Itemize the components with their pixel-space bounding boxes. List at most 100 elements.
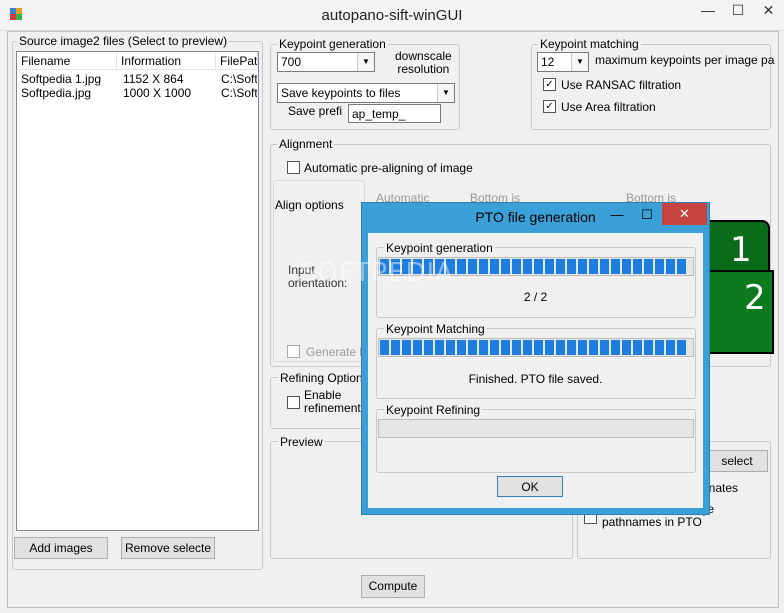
progress-segment (523, 340, 532, 355)
progress-segment (479, 340, 488, 355)
progress-segment (600, 259, 609, 274)
kr-progress-legend: Keypoint Refining (384, 403, 483, 417)
chevron-down-icon[interactable]: ▼ (571, 53, 588, 71)
cell-filepath: C:\Soft (221, 72, 257, 86)
progress-segment (666, 259, 675, 274)
auto-prealign-checkbox[interactable] (287, 161, 300, 174)
progress-segment (578, 259, 587, 274)
coordinates-label: inates (706, 481, 739, 495)
progress-segment (380, 340, 389, 355)
window-title: autopano-sift-winGUI (321, 7, 463, 24)
save-prefix-label: Save prefi (288, 104, 343, 118)
dialog-close-icon[interactable]: ✕ (662, 203, 707, 225)
cell-filename: Softpedia 1.jpg (21, 72, 102, 86)
save-prefix-input[interactable]: ap_temp_ (348, 104, 441, 123)
progress-segment (468, 259, 477, 274)
progress-segment (622, 259, 631, 274)
km-status-text: Finished. PTO file saved. (468, 372, 603, 386)
kr-progress-bar (378, 419, 694, 438)
progress-segment (589, 259, 598, 274)
progress-segment (578, 340, 587, 355)
add-images-button[interactable]: Add images (14, 537, 108, 559)
progress-segment (391, 340, 400, 355)
progress-segment (534, 259, 543, 274)
save-keypoints-value: Save keypoints to files (281, 86, 401, 100)
max-keypoints-select[interactable]: 12 ▼ (537, 52, 589, 72)
progress-segment (567, 259, 576, 274)
progress-segment (633, 340, 642, 355)
progress-segment (479, 259, 488, 274)
preview-image-1: 1 (706, 220, 770, 276)
cell-information: 1152 X 864 (123, 72, 184, 86)
progress-segment (556, 340, 565, 355)
area-filtration-label: Use Area filtration (561, 100, 656, 114)
progress-segment (556, 259, 565, 274)
ransac-checkbox[interactable]: ✓ (543, 78, 556, 91)
chevron-down-icon[interactable]: ▼ (357, 53, 374, 71)
auto-prealign-label: Automatic pre-aligning of image (304, 161, 473, 175)
enable-refinement-checkbox[interactable] (287, 396, 300, 409)
progress-segment (457, 340, 466, 355)
cell-filename: Softpedia.jpg (21, 86, 92, 100)
progress-segment (490, 259, 499, 274)
minimize-icon[interactable]: — (693, 0, 723, 22)
softpedia-watermark: SOFTPEDIA (300, 258, 454, 288)
progress-segment (677, 259, 686, 274)
progress-segment (545, 259, 554, 274)
cell-information: 1000 X 1000 (123, 86, 192, 100)
refining-options-legend: Refining Options (278, 371, 371, 385)
area-filtration-checkbox[interactable]: ✓ (543, 100, 556, 113)
progress-segment (435, 340, 444, 355)
progress-segment (666, 340, 675, 355)
title-bar: autopano-sift-winGUI — ☐ ✕ (0, 0, 784, 31)
chevron-down-icon[interactable]: ▼ (437, 84, 454, 102)
preview-legend: Preview (278, 435, 325, 449)
alignment-legend: Alignment (277, 137, 335, 151)
column-header-filepath[interactable]: FilePath (216, 52, 258, 70)
compute-button[interactable]: Compute (361, 575, 425, 598)
progress-segment (512, 259, 521, 274)
column-header-filename[interactable]: Filename (17, 52, 117, 70)
ransac-label: Use RANSAC filtration (561, 78, 682, 92)
preview-image-2: 2 (706, 270, 774, 354)
progress-segment (567, 340, 576, 355)
km-progress-bar (378, 338, 694, 357)
dialog-minimize-icon[interactable]: — (602, 207, 632, 222)
progress-segment (655, 340, 664, 355)
generate-label: Generate h (306, 345, 367, 359)
align-options-label: Align options (275, 198, 344, 212)
kg-progress-legend: Keypoint generation (384, 241, 495, 255)
progress-segment (490, 340, 499, 355)
progress-segment (644, 259, 653, 274)
remove-selected-button[interactable]: Remove selecte (121, 537, 215, 559)
cell-filepath: C:\Soft (221, 86, 257, 100)
progress-segment (457, 259, 466, 274)
source-image-list[interactable]: Filename Information FilePath Softpedia … (16, 51, 259, 531)
column-header-information[interactable]: Information (117, 52, 216, 70)
generate-checkbox[interactable] (287, 345, 300, 358)
save-keypoints-select[interactable]: Save keypoints to files ▼ (277, 83, 455, 103)
keypoint-generation-legend: Keypoint generation (277, 37, 388, 51)
max-keypoints-value: 12 (541, 55, 555, 69)
pto-generation-dialog: PTO file generation — ☐ ✕ Keypoint gener… (361, 202, 710, 515)
dialog-maximize-icon[interactable]: ☐ (632, 207, 662, 223)
progress-segment (446, 340, 455, 355)
resolution-select[interactable]: 700 ▼ (277, 52, 375, 72)
select-button[interactable]: select (706, 450, 768, 472)
progress-segment (644, 340, 653, 355)
keypoint-matching-legend: Keypoint matching (538, 37, 641, 51)
close-icon[interactable]: ✕ (753, 0, 784, 22)
progress-segment (402, 340, 411, 355)
km-progress-legend: Keypoint Matching (384, 322, 487, 336)
resolution-value: 700 (281, 55, 302, 69)
maximize-icon[interactable]: ☐ (723, 0, 753, 22)
kg-status-text: 2 / 2 (523, 290, 548, 304)
ok-button[interactable]: OK (497, 476, 563, 497)
progress-segment (468, 340, 477, 355)
progress-segment (633, 259, 642, 274)
progress-segment (534, 340, 543, 355)
max-keypoints-label: maximum keypoints per image pa (595, 53, 775, 67)
progress-segment (611, 340, 620, 355)
progress-segment (589, 340, 598, 355)
progress-segment (512, 340, 521, 355)
